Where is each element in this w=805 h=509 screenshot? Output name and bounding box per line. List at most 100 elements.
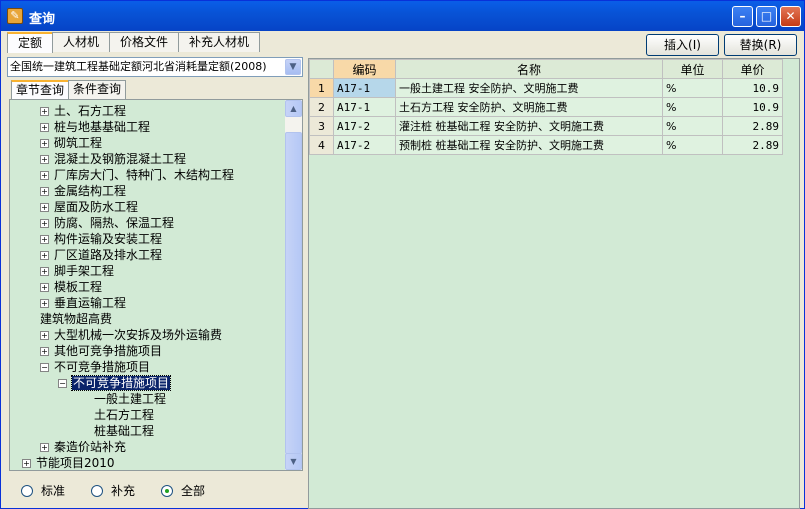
expand-icon[interactable]: + [22,459,31,468]
tree-item[interactable]: + 大型机械一次安拆及场外运输费 [40,327,222,343]
tab-condition-query[interactable]: 条件查询 [68,80,127,99]
row-number[interactable]: 3 [309,116,334,136]
quota-library-value: 全国统一建筑工程基础定额河北省消耗量定额(2008) [10,60,267,73]
table-row[interactable]: 2 A17-1 土石方工程 安全防护、文明施工费% 10.9 [309,97,783,117]
expand-icon[interactable]: + [40,251,49,260]
radio-standard-dot[interactable] [21,484,33,497]
cell-unit[interactable]: % [662,135,723,155]
expand-icon[interactable]: + [40,139,49,148]
tree-item[interactable]: + 土、石方工程 [40,103,126,119]
tab-supplement-lmm[interactable]: 补充人材机 [178,32,261,52]
tab-price-file[interactable]: 价格文件 [109,32,180,52]
tree-item[interactable]: + 脚手架工程 [40,263,114,279]
radio-supplement-dot[interactable] [91,484,104,497]
tree-item[interactable]: + 混凝土及钢筋混凝土工程 [40,151,186,167]
expand-icon[interactable]: + [40,235,49,244]
expand-icon[interactable]: + [40,331,49,340]
quota-grid[interactable]: 编码 名称 单位 单价 1 A17-1 一般土建工程 安全防护、文明施工费% 10.9… [308,58,800,509]
tree-item[interactable]: + 屋面及防水工程 [40,199,138,215]
scroll-up-icon[interactable]: ▲ [285,100,302,117]
cell-price[interactable]: 2.89 [722,135,783,155]
cell-code[interactable]: A17-2 [333,135,396,155]
tree-item-label: 垂直运输工程 [54,296,127,310]
expand-icon[interactable]: + [40,107,49,116]
tree-item[interactable]: 土石方工程 [94,407,154,423]
tree-item[interactable]: 一般土建工程 [94,391,166,407]
tree-item[interactable]: − 不可竞争措施项目 [40,359,150,375]
chevron-down-icon[interactable]: ▼ [285,59,301,75]
tree-item[interactable]: + 模板工程 [40,279,102,295]
table-row[interactable]: 1 A17-1 一般土建工程 安全防护、文明施工费% 10.9 [309,78,783,98]
replace-button[interactable]: 替换(R) [724,34,797,56]
maximize-icon[interactable]: □ [756,6,777,27]
cell-price[interactable]: 10.9 [722,97,783,117]
expand-icon[interactable]: + [40,203,49,212]
tree-item[interactable]: + 秦造价站补充 [40,439,126,455]
tree-item[interactable]: + 构件运输及安装工程 [40,231,162,247]
radio-all-label: 全部 [181,484,206,498]
row-number[interactable]: 4 [309,135,334,155]
col-header-name[interactable]: 名称 [395,59,663,79]
expand-icon[interactable]: + [40,123,49,132]
col-header-price[interactable]: 单价 [722,59,783,79]
tree-item[interactable]: + 其他可竞争措施项目 [40,343,162,359]
expand-icon[interactable]: + [40,443,49,452]
cell-code[interactable]: A17-1 [333,97,396,117]
cell-name[interactable]: 一般土建工程 安全防护、文明施工费 [395,78,663,98]
expand-icon[interactable]: + [40,171,49,180]
scroll-down-icon[interactable]: ▼ [285,453,302,470]
tree-item[interactable]: + 防腐、隔热、保温工程 [40,215,174,231]
radio-supplement[interactable]: 补充 [91,482,135,499]
expand-icon[interactable]: + [40,219,49,228]
tree-item[interactable]: 建筑物超高费 [40,311,112,327]
cell-code[interactable]: A17-2 [333,116,396,136]
tree-item[interactable]: − 不可竞争措施项目 [58,375,172,391]
close-icon[interactable]: ✕ [780,6,801,27]
collapse-icon[interactable]: − [58,379,67,388]
title-bar[interactable]: ✎ 查询 – □ ✕ [1,1,804,31]
row-number[interactable]: 2 [309,97,334,117]
radio-all[interactable]: 全部 [161,482,205,499]
expand-icon[interactable]: + [40,347,49,356]
sub-tab-bar: 章节查询 条件查询 [11,80,127,99]
scroll-thumb[interactable] [285,132,302,454]
cell-price[interactable]: 10.9 [722,78,783,98]
chapter-tree[interactable]: + 土、石方工程 + 桩与地基基础工程 + 砌筑工程 + 混凝土及钢筋混凝土工程 + 厂库房大门、… [9,99,303,471]
insert-button[interactable]: 插入(I) [646,34,719,56]
cell-unit[interactable]: % [662,116,723,136]
expand-icon[interactable]: + [40,155,49,164]
minimize-icon[interactable]: – [732,6,753,27]
tree-item[interactable]: + 垂直运输工程 [40,295,126,311]
tree-item[interactable]: + 厂区道路及排水工程 [40,247,162,263]
tree-item[interactable]: + 金属结构工程 [40,183,126,199]
expand-icon[interactable]: + [40,267,49,276]
tree-item[interactable]: 桩基础工程 [94,423,154,439]
expand-icon[interactable]: + [40,283,49,292]
tab-labor-material-machine[interactable]: 人材机 [52,32,111,52]
col-header-unit[interactable]: 单位 [662,59,723,79]
tree-item[interactable]: + 厂库房大门、特种门、木结构工程 [40,167,234,183]
tree-item[interactable]: + 砌筑工程 [40,135,102,151]
expand-icon[interactable]: + [40,187,49,196]
expand-icon[interactable]: + [40,299,49,308]
cell-unit[interactable]: % [662,97,723,117]
tree-scrollbar[interactable]: ▲ ▼ [285,100,302,470]
tab-quota[interactable]: 定额 [7,32,54,53]
table-row[interactable]: 4 A17-2 预制桩 桩基础工程 安全防护、文明施工费% 2.89 [309,135,783,155]
tab-chapter-query[interactable]: 章节查询 [11,80,70,99]
row-number[interactable]: 1 [309,78,334,98]
col-header-code[interactable]: 编码 [333,59,396,79]
cell-price[interactable]: 2.89 [722,116,783,136]
table-row[interactable]: 3 A17-2 灌注桩 桩基础工程 安全防护、文明施工费% 2.89 [309,116,783,136]
radio-all-dot[interactable] [161,484,174,497]
quota-library-select[interactable]: 全国统一建筑工程基础定额河北省消耗量定额(2008) ▼ [7,57,303,77]
tree-item[interactable]: + 节能项目2010 [22,455,115,470]
cell-name[interactable]: 预制桩 桩基础工程 安全防护、文明施工费 [395,135,663,155]
cell-name[interactable]: 灌注桩 桩基础工程 安全防护、文明施工费 [395,116,663,136]
cell-code[interactable]: A17-1 [333,78,396,98]
cell-unit[interactable]: % [662,78,723,98]
cell-name[interactable]: 土石方工程 安全防护、文明施工费 [395,97,663,117]
tree-item[interactable]: + 桩与地基基础工程 [40,119,150,135]
radio-standard[interactable]: 标准 [21,482,65,499]
collapse-icon[interactable]: − [40,363,49,372]
